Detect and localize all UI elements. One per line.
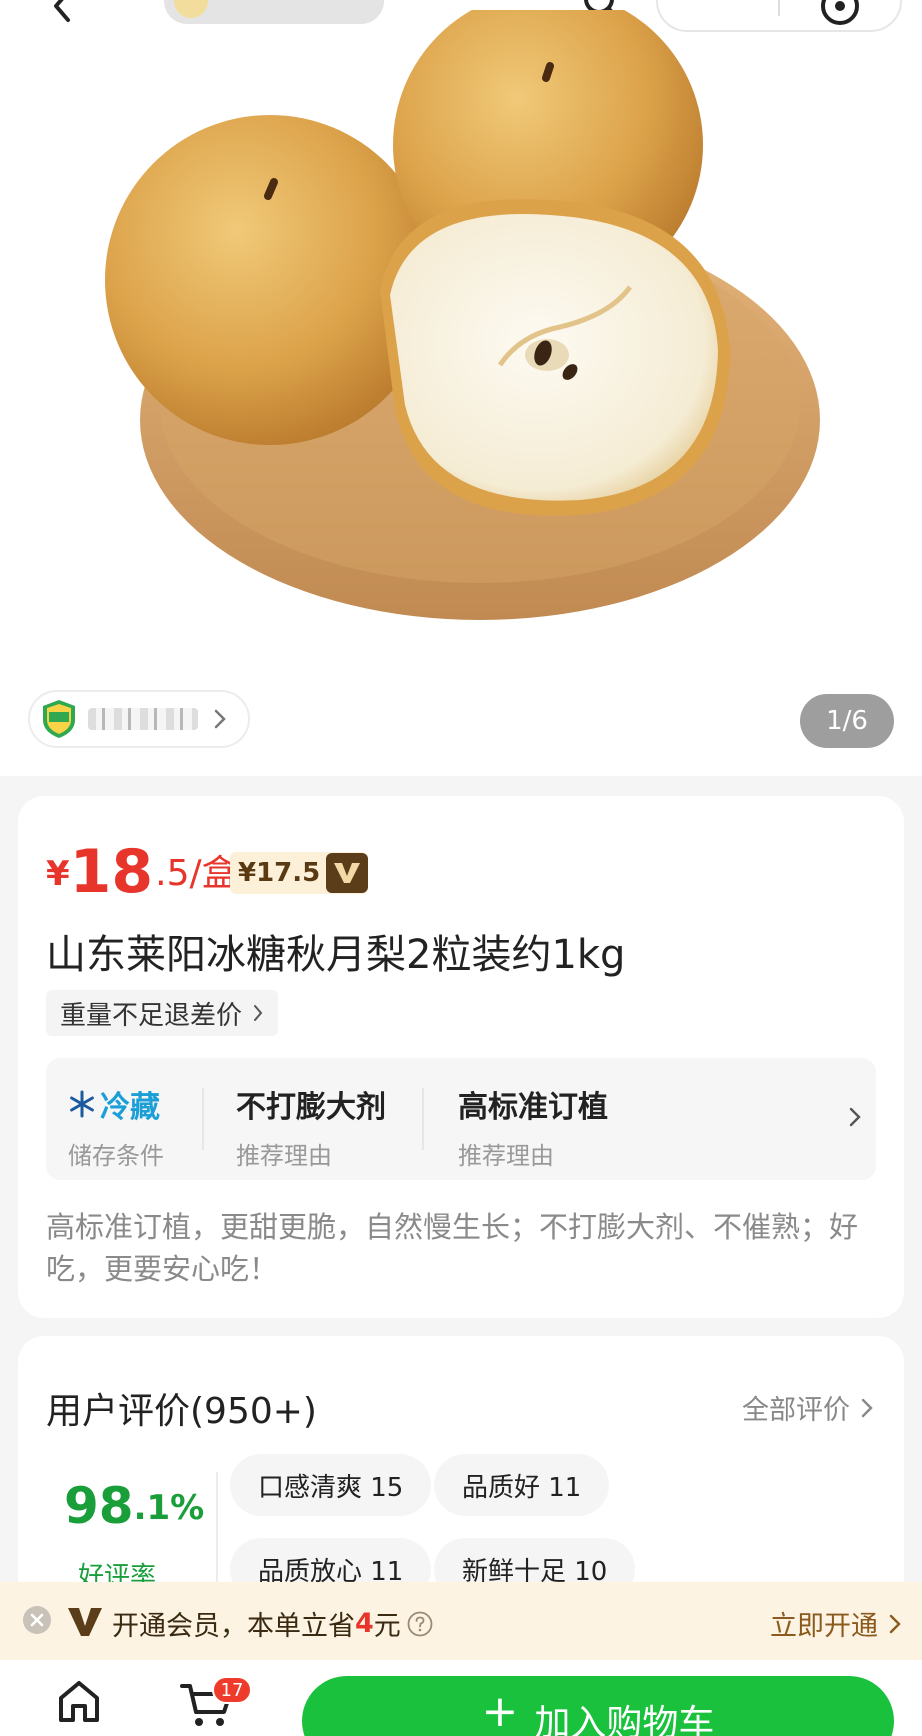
vip-logo-icon	[68, 1608, 102, 1636]
all-reviews-link[interactable]: 全部评价	[742, 1388, 874, 1427]
vip-badge-icon	[326, 853, 369, 893]
membership-promo-text: 开通会员，本单立省 4 元	[112, 1604, 433, 1643]
attribute-value: 高标准订植	[458, 1090, 608, 1125]
review-tag[interactable]: 口感清爽 15	[230, 1454, 432, 1516]
back-arrow-icon[interactable]	[44, 0, 84, 26]
image-counter: 1/6	[800, 694, 894, 748]
attribute-label: 储存条件	[68, 1142, 164, 1170]
promo-text-before: 开通会员，本单立省	[112, 1611, 355, 1642]
attribute-value: 冷藏	[100, 1090, 160, 1125]
product-attributes[interactable]: 冷藏 储存条件 不打膨大剂 推荐理由 高标准订植 推荐理由	[46, 1058, 876, 1180]
add-to-cart-label: 加入购物车	[534, 1703, 715, 1736]
price-currency: ¥	[46, 854, 70, 894]
attribute-divider	[422, 1088, 424, 1150]
vip-price: ¥17.5	[238, 858, 321, 888]
open-membership-button[interactable]: 立即开通	[770, 1604, 902, 1643]
attribute-reason-1: 不打膨大剂 推荐理由	[236, 1082, 386, 1171]
add-to-cart-button[interactable]: + 加入购物车	[302, 1676, 894, 1736]
home-icon[interactable]	[56, 1678, 102, 1724]
price-integer: 18	[69, 837, 154, 907]
product-description: 高标准订植，更甜更脆，自然慢生长；不打膨大剂、不催熟；好吃，更要安心吃！	[46, 1210, 859, 1286]
product-info-card: ¥ 18 .5/盒 ¥17.5 山东莱阳冰糖秋月梨2粒装约1kg 重量不足退差价	[18, 796, 904, 1318]
promo-text-after: 元	[373, 1611, 401, 1642]
chevron-right-icon	[254, 1005, 263, 1021]
help-question-icon[interactable]	[407, 1611, 433, 1637]
chevron-right-icon	[849, 1107, 861, 1127]
product-gallery[interactable]: 1/6	[0, 0, 922, 776]
all-reviews-label: 全部评价	[742, 1395, 850, 1426]
rating-decimal: .1%	[133, 1488, 205, 1528]
plus-icon: +	[481, 1686, 519, 1736]
product-title: 山东莱阳冰糖秋月梨2粒装约1kg	[46, 932, 626, 978]
product-image	[105, 10, 820, 620]
snowflake-icon	[70, 1090, 94, 1118]
attribute-reason-2: 高标准订植 推荐理由	[458, 1082, 608, 1171]
attribute-storage: 冷藏 储存条件	[68, 1082, 164, 1171]
attribute-divider	[202, 1088, 204, 1150]
rating-integer: 98	[64, 1477, 134, 1535]
close-icon[interactable]	[22, 1605, 52, 1635]
positive-rating: 98 .1%	[64, 1480, 204, 1532]
refund-difference-tag[interactable]: 重量不足退差价	[46, 990, 279, 1036]
chevron-right-icon	[889, 1614, 901, 1633]
price: ¥ 18 .5/盒	[46, 832, 238, 902]
attribute-value: 不打膨大剂	[236, 1090, 386, 1125]
promo-save-amount: 4	[355, 1608, 374, 1639]
attribute-label: 推荐理由	[458, 1142, 554, 1170]
bottom-action-bar: 17 + 加入购物车	[0, 1660, 922, 1736]
vip-price-tag[interactable]: ¥17.5	[230, 852, 369, 894]
open-membership-label: 立即开通	[770, 1611, 878, 1642]
membership-promo-bar: 开通会员，本单立省 4 元 立即开通	[0, 1582, 922, 1660]
product-detail-page: 1/6 ¥ 18 .5/盒 ¥17.5 山东莱阳冰糖秋月梨2粒装约1kg 重量不…	[0, 0, 922, 1736]
chevron-right-icon	[861, 1398, 873, 1417]
cart-count-badge: 17	[212, 1676, 252, 1704]
review-tag[interactable]: 品质好 11	[434, 1454, 610, 1516]
chevron-right-icon	[214, 709, 226, 729]
shield-icon	[43, 700, 75, 738]
price-decimal-unit: .5/盒	[155, 853, 238, 894]
refund-tag-label: 重量不足退差价	[60, 1000, 243, 1031]
reviews-title: 用户评价(950+)	[46, 1391, 317, 1432]
attribute-label: 推荐理由	[236, 1142, 332, 1170]
brand-certification-tag[interactable]	[28, 690, 250, 748]
blurred-brand-name	[88, 708, 198, 730]
